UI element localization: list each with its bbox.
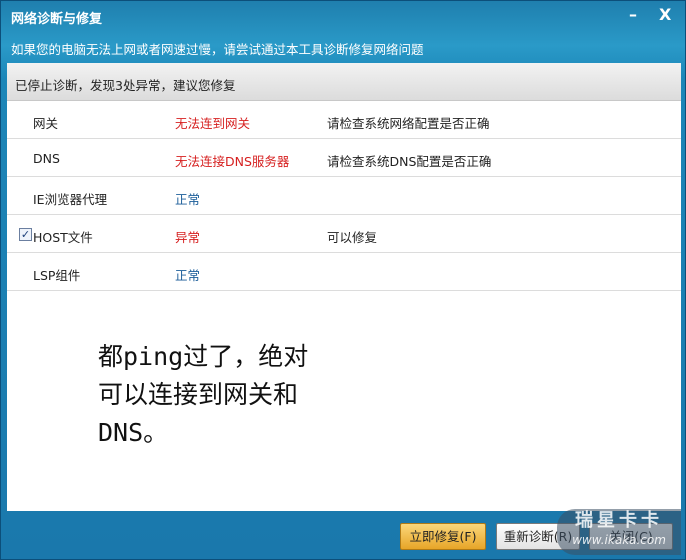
table-row: LSP组件 正常	[7, 253, 681, 291]
item-advice: 可以修复	[327, 230, 378, 245]
rediagnose-button[interactable]: 重新诊断(R)	[496, 523, 580, 550]
note-line: 可以连接到网关和	[98, 380, 299, 409]
item-name: DNS	[33, 151, 60, 166]
item-result: 无法连到网关	[175, 116, 251, 131]
diagnosis-panel: 已停止诊断，发现3处异常，建议您修复 网关 无法连到网关 请检查系统网络配置是否正确…	[7, 63, 681, 511]
close-window-button[interactable]: X	[659, 5, 671, 24]
item-advice: 请检查系统DNS配置是否正确	[327, 154, 492, 169]
table-row: DNS 无法连接DNS服务器 请检查系统DNS配置是否正确	[7, 139, 681, 177]
window-title: 网络诊断与修复	[11, 12, 103, 27]
item-result: 正常	[175, 192, 201, 207]
item-result: 异常	[175, 230, 201, 245]
item-advice: 请检查系统网络配置是否正确	[327, 116, 490, 131]
minimize-button[interactable]: –	[629, 5, 637, 24]
window-subtitle: 如果您的电脑无法上网或者网速过慢，请尝试通过本工具诊断修复网络问题	[11, 42, 424, 57]
table-row: IE浏览器代理 正常	[7, 177, 681, 215]
note-line: DNS。	[98, 418, 169, 447]
table-row: ✓ HOST文件 异常 可以修复	[7, 215, 681, 253]
item-name: LSP组件	[33, 268, 81, 283]
close-button[interactable]: 关闭(C)	[589, 523, 673, 550]
annotation-note: 都ping过了，绝对 可以连接到网关和 DNS。	[98, 338, 308, 452]
status-text: 已停止诊断，发现3处异常，建议您修复	[7, 63, 681, 101]
item-name: 网关	[33, 116, 59, 131]
fix-now-button[interactable]: 立即修复(F)	[400, 523, 486, 550]
note-line: 都ping过了，绝对	[98, 342, 309, 371]
host-file-checkbox[interactable]: ✓	[19, 228, 32, 241]
item-result: 无法连接DNS服务器	[175, 154, 290, 169]
item-name: IE浏览器代理	[33, 192, 108, 207]
item-name: HOST文件	[33, 230, 93, 245]
network-diagnosis-window: 网络诊断与修复 – X 如果您的电脑无法上网或者网速过慢，请尝试通过本工具诊断修…	[0, 0, 686, 560]
item-result: 正常	[175, 268, 201, 283]
table-row: 网关 无法连到网关 请检查系统网络配置是否正确	[7, 101, 681, 139]
